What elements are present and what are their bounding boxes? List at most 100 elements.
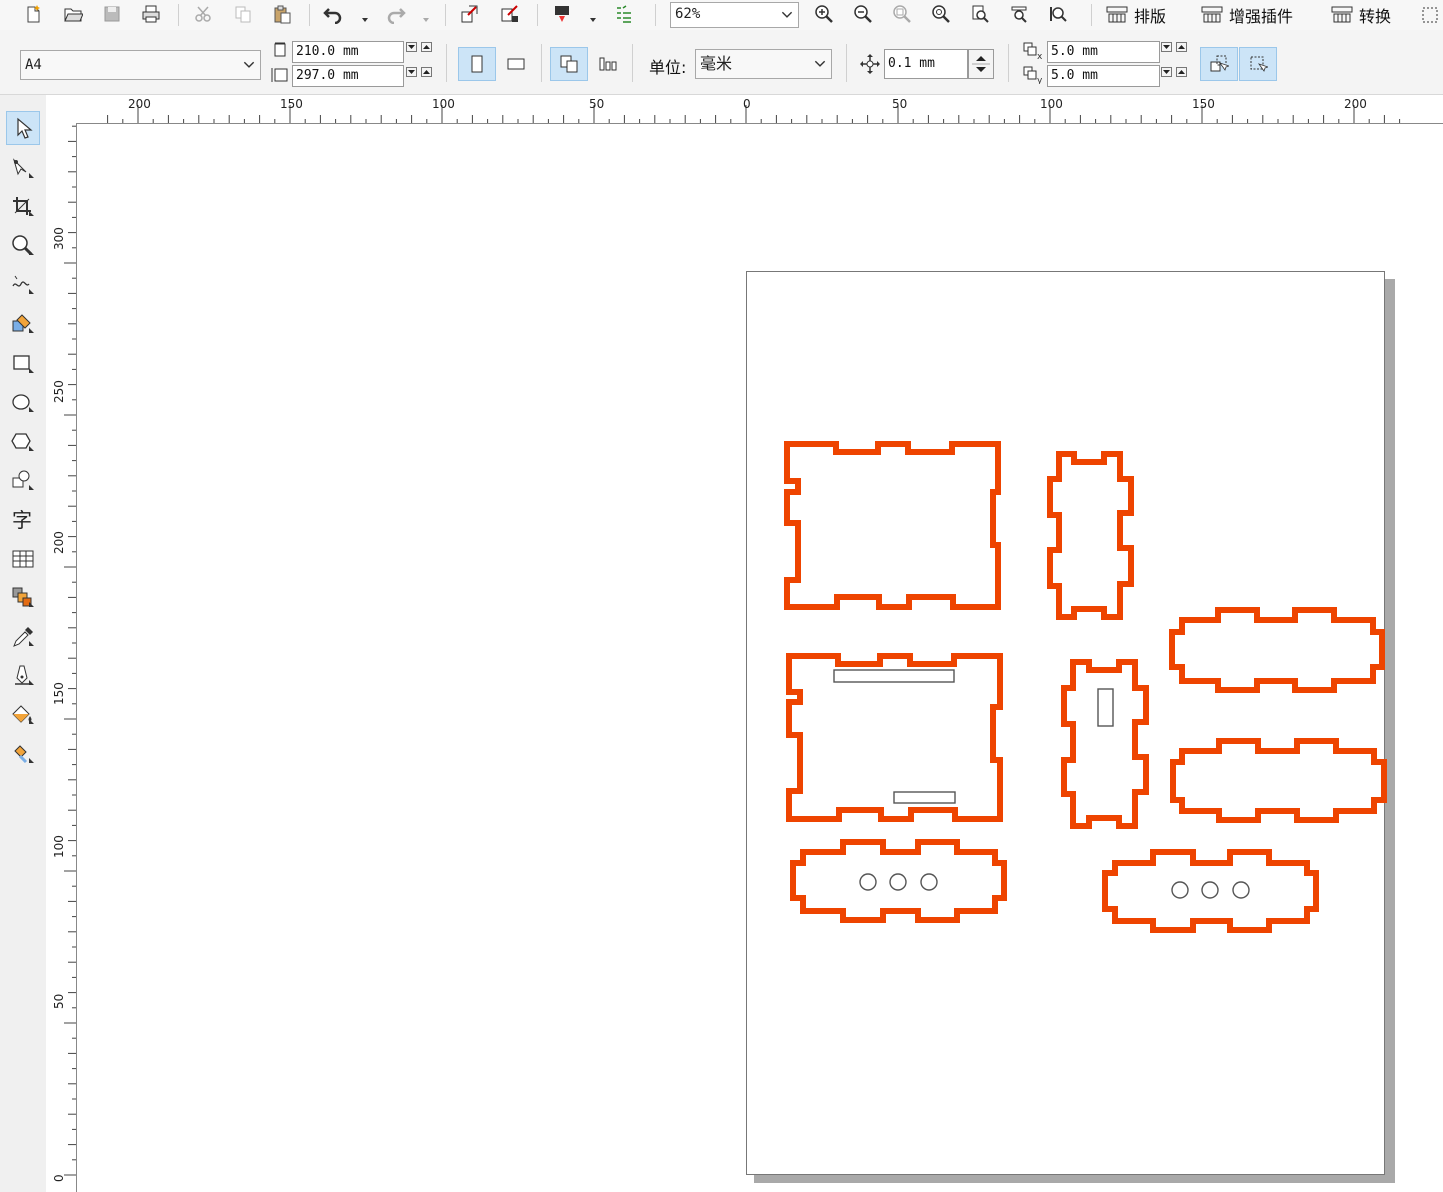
text-tool-icon[interactable]: 字 [6, 502, 40, 536]
unit-label: 单位: [649, 58, 687, 77]
dup-y-down-button[interactable] [1161, 67, 1172, 77]
import-icon[interactable] [457, 1, 483, 27]
save-icon[interactable] [99, 1, 125, 27]
ruler-h-label: 0 [743, 97, 751, 111]
outline-pen-icon[interactable] [6, 659, 40, 693]
current-page-icon [599, 57, 617, 71]
plugin-icon [1201, 6, 1223, 23]
ruler-v-label: 200 [52, 531, 66, 554]
new-document-icon[interactable] [20, 1, 46, 27]
redo-dropdown-arrow[interactable] [421, 10, 431, 22]
page-height-input[interactable]: 297.0 mm [292, 65, 404, 87]
undo-icon[interactable] [320, 1, 346, 27]
zoom-tool-icon[interactable] [6, 229, 40, 263]
blend-tool-icon[interactable] [6, 581, 40, 615]
toolbox: 字 [0, 95, 47, 1192]
page-size-select[interactable]: A4 [20, 50, 261, 80]
ruler-v-label: 250 [52, 380, 66, 403]
plugin-layout-button[interactable]: 排版 [1106, 2, 1166, 28]
nudge-icon [860, 54, 880, 74]
width-up-button[interactable] [421, 42, 432, 52]
dup-x-down-button[interactable] [1161, 42, 1172, 52]
plugin-convert-button[interactable]: 转换 [1331, 2, 1391, 28]
crop-tool-icon[interactable] [6, 190, 40, 224]
page-width-input[interactable]: 210.0 mm [292, 41, 404, 63]
unit-select[interactable]: 毫米 [695, 49, 832, 79]
separator [632, 44, 633, 82]
zoom-selected-icon[interactable] [889, 1, 915, 27]
ruler-v-label: 300 [52, 227, 66, 250]
redo-icon[interactable] [383, 1, 409, 27]
smart-fill-icon[interactable] [6, 307, 40, 341]
page-width-icon [274, 42, 286, 57]
nudge-spinner[interactable] [968, 49, 994, 79]
unit-value: 毫米 [700, 54, 733, 73]
ruler-v-label: 50 [52, 993, 66, 1009]
launcher-icon[interactable] [611, 1, 637, 27]
drawing-units-button[interactable] [1239, 47, 1277, 81]
width-down-button[interactable] [406, 42, 417, 52]
export-icon[interactable] [497, 1, 523, 27]
current-page-button[interactable] [592, 47, 624, 81]
publish-icon[interactable] [549, 1, 575, 27]
standard-toolbar: 62% 排版 增强插件 转换 [0, 0, 1443, 31]
zoom-level-combo[interactable]: 62% [670, 2, 799, 28]
zoom-width-icon[interactable] [1006, 1, 1032, 27]
svg-text:x: x [1037, 52, 1043, 60]
chevron-down-icon [243, 61, 255, 68]
a4-page[interactable] [746, 271, 1385, 1175]
plugin-enhance-label: 增强插件 [1229, 7, 1294, 26]
ruler-h-label: 150 [1192, 97, 1215, 111]
duplicate-x-input[interactable]: 5.0 mm [1047, 41, 1160, 63]
duplicate-y-input[interactable]: 5.0 mm [1047, 65, 1160, 87]
separator [446, 44, 447, 82]
basic-shapes-icon[interactable] [6, 464, 40, 498]
print-icon[interactable] [138, 1, 164, 27]
ruler-h-label: 100 [1040, 97, 1063, 111]
landscape-button[interactable] [500, 47, 532, 81]
shape-tool-icon[interactable] [6, 152, 40, 186]
horizontal-ruler[interactable]: 200 150 100 50 0 50 100 150 200 [46, 95, 1443, 124]
open-icon[interactable] [60, 1, 86, 27]
rectangle-tool-icon[interactable] [6, 347, 40, 381]
publish-dropdown-arrow[interactable] [588, 10, 598, 22]
ruler-v-label: 150 [52, 682, 66, 705]
zoom-out-icon[interactable] [850, 1, 876, 27]
plugin-layout-label: 排版 [1134, 7, 1167, 26]
spinner-arrows-icon [972, 56, 990, 72]
treat-as-filled-button[interactable] [1200, 47, 1238, 81]
separator [541, 44, 542, 82]
zoom-in-icon[interactable] [811, 1, 837, 27]
page-shadow [754, 1175, 1395, 1183]
dup-y-up-button[interactable] [1176, 67, 1187, 77]
portrait-icon [471, 55, 483, 73]
dup-x-up-button[interactable] [1176, 42, 1187, 52]
toolbar-overflow-icon[interactable] [1418, 2, 1442, 28]
interactive-fill-icon[interactable] [6, 737, 40, 771]
pick-tool-icon[interactable] [6, 111, 40, 145]
nudge-distance-input[interactable]: 0.1 mm [884, 49, 968, 79]
all-pages-button[interactable] [550, 47, 588, 81]
table-tool-icon[interactable] [6, 542, 40, 576]
portrait-button[interactable] [458, 47, 496, 81]
fill-tool-icon[interactable] [6, 698, 40, 732]
cut-icon[interactable] [190, 1, 216, 27]
vertical-ruler[interactable]: 300 250 200 150 100 50 0 [46, 123, 77, 1192]
eyedropper-tool-icon[interactable] [6, 620, 40, 654]
freehand-tool-icon[interactable] [6, 268, 40, 302]
page-height-icon [271, 68, 288, 82]
undo-dropdown-arrow[interactable] [360, 10, 370, 22]
ruler-h-label: 50 [589, 97, 605, 111]
zoom-level-value: 62% [675, 6, 701, 22]
ellipse-tool-icon[interactable] [6, 386, 40, 420]
ruler-h-label: 200 [128, 97, 151, 111]
plugin-enhance-button[interactable]: 增强插件 [1201, 2, 1293, 28]
zoom-height-icon[interactable] [1045, 1, 1071, 27]
paste-icon[interactable] [269, 1, 295, 27]
copy-icon[interactable] [230, 1, 256, 27]
height-down-button[interactable] [406, 67, 417, 77]
polygon-tool-icon[interactable] [6, 425, 40, 459]
zoom-all-icon[interactable] [928, 1, 954, 27]
height-up-button[interactable] [421, 67, 432, 77]
zoom-page-icon[interactable] [967, 1, 993, 27]
